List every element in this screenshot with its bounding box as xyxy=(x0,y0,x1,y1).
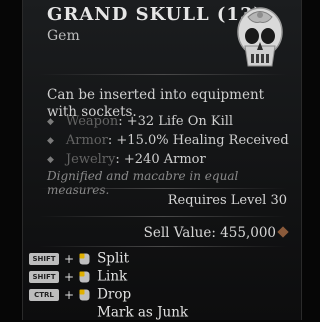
skull-gem-icon xyxy=(237,7,283,67)
action-label: Mark as Junk xyxy=(97,304,189,321)
bullet-icon: ◆ xyxy=(47,136,54,146)
stat-value: : +240 Armor xyxy=(115,152,206,167)
left-click-icon xyxy=(79,271,90,282)
stat-slot: Jewelry xyxy=(65,152,116,167)
stat-line-jewelry: ◆ Jewelry: +240 Armor xyxy=(47,152,206,167)
action-list: SHIFT+Split SHIFT+Link CTRL+Drop +Mark a… xyxy=(23,246,301,322)
item-tooltip: GRAND SKULL (13) Gem Can be inserted int… xyxy=(22,0,302,322)
shift-key-icon: SHIFT xyxy=(29,252,59,265)
divider xyxy=(39,188,287,189)
level-requirement: Requires Level 30 xyxy=(167,193,287,208)
action-label: Split xyxy=(97,250,130,267)
tooltip-header: GRAND SKULL (13) Gem xyxy=(23,0,301,68)
left-click-icon xyxy=(79,289,90,300)
stat-slot: Armor xyxy=(65,133,108,148)
item-type: Gem xyxy=(47,28,80,44)
divider xyxy=(39,74,287,75)
divider xyxy=(39,216,287,217)
bullet-icon: ◆ xyxy=(47,155,54,165)
stat-line-armor: ◆ Armor: +15.0% Healing Received xyxy=(47,133,289,148)
stat-value: : +32 Life On Kill xyxy=(118,114,234,129)
bullet-icon: ◆ xyxy=(47,117,54,127)
stat-slot: Weapon xyxy=(65,114,119,129)
action-drop[interactable]: CTRL + Drop xyxy=(29,286,131,304)
sell-value: Sell Value: 455,000 xyxy=(143,225,289,241)
stat-value: : +15.0% Healing Received xyxy=(107,133,289,148)
left-click-icon xyxy=(79,253,90,264)
gold-coin-icon xyxy=(277,226,289,238)
action-label: Drop xyxy=(97,286,132,303)
sell-value-text: Sell Value: 455,000 xyxy=(143,225,276,241)
action-mark-junk[interactable]: +Mark as Junk xyxy=(29,304,188,322)
action-link[interactable]: SHIFT + Link xyxy=(29,268,127,286)
shift-key-icon: SHIFT xyxy=(29,270,59,283)
ctrl-key-icon: CTRL xyxy=(29,288,59,301)
action-split[interactable]: SHIFT + Split xyxy=(29,250,129,268)
action-label: Link xyxy=(97,268,128,285)
stat-line-weapon: ◆ Weapon: +32 Life On Kill xyxy=(47,114,233,129)
